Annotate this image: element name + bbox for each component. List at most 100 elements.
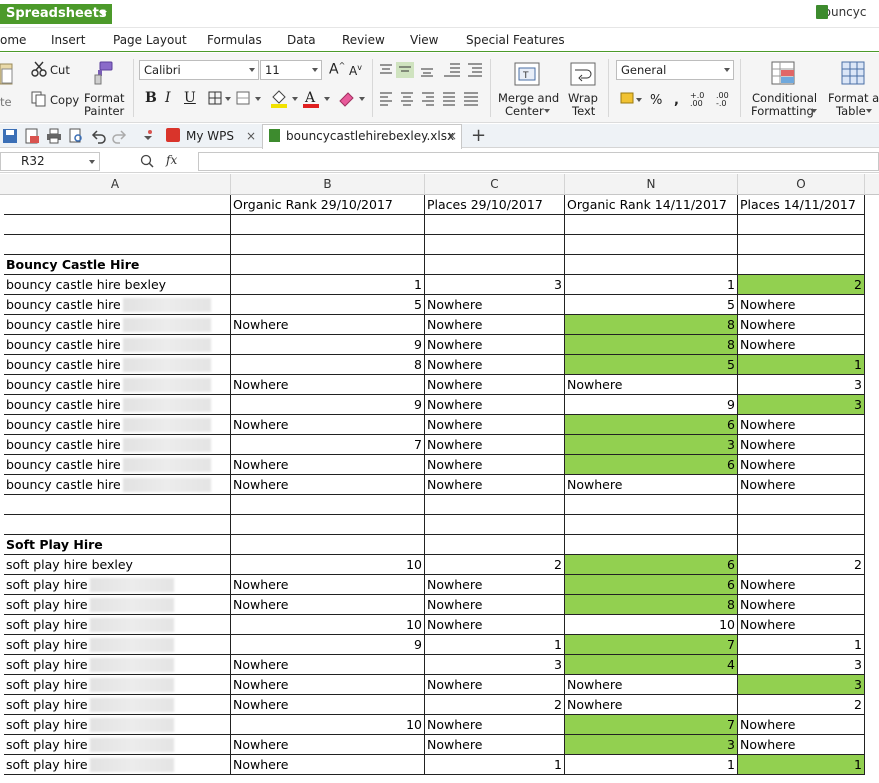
format-as-table-label-2[interactable]: Table [836,104,866,118]
column-header-n[interactable]: N [565,174,738,195]
tab-my-wps[interactable]: My WPS × [160,126,260,148]
rank-cell[interactable]: Nowhere [425,315,565,335]
rank-cell[interactable]: 6 [565,555,738,575]
rank-cell[interactable]: Nowhere [425,455,565,475]
zoom-icon[interactable] [140,154,154,168]
rank-cell[interactable]: Nowhere [738,295,865,315]
rank-cell[interactable]: 2 [738,555,865,575]
rank-cell[interactable]: 1 [738,755,865,775]
rank-cell[interactable]: 6 [565,415,738,435]
rank-cell[interactable]: Nowhere [425,615,565,635]
cell-empty[interactable] [425,515,565,535]
rank-cell[interactable]: 8 [565,595,738,615]
rank-cell[interactable]: Nowhere [231,755,425,775]
format-painter-icon[interactable] [92,61,114,85]
rank-cell[interactable]: Nowhere [231,315,425,335]
rank-cell[interactable]: Nowhere [231,675,425,695]
rank-cell[interactable]: Nowhere [738,455,865,475]
keyword-cell[interactable]: soft play hire [4,735,231,755]
rank-cell[interactable]: 4 [565,655,738,675]
rank-cell[interactable]: 2 [425,695,565,715]
keyword-cell[interactable]: soft play hire [4,695,231,715]
keyword-cell[interactable]: bouncy castle hire [4,475,231,495]
rank-cell[interactable]: 10 [565,615,738,635]
conditional-formatting-icon[interactable] [771,61,797,87]
keyword-cell[interactable]: bouncy castle hire [4,435,231,455]
rank-cell[interactable]: Nowhere [425,435,565,455]
rank-cell[interactable]: Nowhere [565,475,738,495]
cell-empty[interactable] [4,495,231,515]
fill-color-icon[interactable] [270,89,300,109]
undo-icon[interactable] [90,128,106,144]
rank-cell[interactable]: Nowhere [738,315,865,335]
rank-cell[interactable]: 5 [565,295,738,315]
rank-cell[interactable]: 8 [565,335,738,355]
rank-cell[interactable]: 1 [231,275,425,295]
cell-empty[interactable] [231,235,425,255]
cell-empty[interactable] [425,255,565,275]
rank-cell[interactable]: 10 [231,555,425,575]
keyword-cell[interactable]: bouncy castle hire [4,415,231,435]
cell-empty[interactable] [738,235,865,255]
rank-cell[interactable]: 10 [231,615,425,635]
rank-cell[interactable]: Nowhere [231,475,425,495]
cell-empty[interactable] [738,535,865,555]
rank-cell[interactable]: 3 [738,375,865,395]
cell-empty[interactable] [738,255,865,275]
horizontal-align-icons[interactable] [380,92,484,106]
increase-font-icon[interactable]: A^ [329,61,345,78]
borders-icon[interactable] [208,91,234,107]
number-format-icons[interactable]: %, +.0.00.00-.0 [620,90,736,108]
decrease-font-icon[interactable]: Av [349,63,362,78]
rank-cell[interactable]: Nowhere [738,715,865,735]
new-tab-icon[interactable]: + [471,125,486,146]
rank-cell[interactable]: Nowhere [231,455,425,475]
menu-page-layout[interactable]: Page Layout [113,33,187,47]
rank-cell[interactable]: 3 [738,675,865,695]
format-painter-label-1[interactable]: Format [84,91,125,105]
column-header-o[interactable]: O [738,174,865,195]
rank-cell[interactable]: Nowhere [565,695,738,715]
rank-cell[interactable]: Nowhere [425,415,565,435]
rank-cell[interactable]: Nowhere [738,615,865,635]
paste-label[interactable]: te [0,95,12,109]
cell-empty[interactable] [231,535,425,555]
rank-cell[interactable]: 2 [738,275,865,295]
rank-cell[interactable]: Nowhere [425,575,565,595]
column-header-c[interactable]: C [425,174,565,195]
cell-empty[interactable] [738,215,865,235]
keyword-cell[interactable]: soft play hire [4,615,231,635]
rank-cell[interactable]: Nowhere [425,395,565,415]
italic-icon[interactable]: I [165,90,171,106]
rank-cell[interactable]: 5 [231,295,425,315]
rank-cell[interactable]: Nowhere [425,715,565,735]
rank-cell[interactable]: Nowhere [738,415,865,435]
tab-active-file[interactable]: bouncycastlehirebexley.xlsx *× [262,124,462,166]
rank-cell[interactable]: Nowhere [738,595,865,615]
rank-cell[interactable]: 8 [565,315,738,335]
rank-cell[interactable]: Nowhere [425,735,565,755]
rank-cell[interactable]: Nowhere [231,375,425,395]
format-painter-label-2[interactable]: Painter [84,104,124,118]
font-family-select[interactable]: Calibri [139,60,259,80]
rank-cell[interactable]: Nowhere [738,335,865,355]
copy-icon[interactable] [31,91,47,107]
name-box[interactable]: R32 [0,152,100,171]
indent-icons[interactable] [444,62,484,78]
cell-empty[interactable] [565,535,738,555]
rank-cell[interactable]: Nowhere [231,415,425,435]
merge-cells-icon[interactable] [236,91,264,107]
keyword-cell[interactable]: soft play hire [4,575,231,595]
cell-empty[interactable] [565,235,738,255]
rank-cell[interactable]: 10 [231,715,425,735]
keyword-cell[interactable]: soft play hire [4,675,231,695]
rank-cell[interactable]: 3 [425,655,565,675]
rank-cell[interactable]: 9 [231,635,425,655]
cell-empty[interactable] [4,235,231,255]
rank-cell[interactable]: 2 [738,695,865,715]
close-icon[interactable]: × [246,126,256,146]
cell-empty[interactable] [231,495,425,515]
merge-center-icon[interactable]: T [514,62,540,86]
rank-cell[interactable]: 3 [425,275,565,295]
rank-cell[interactable]: Nowhere [738,735,865,755]
